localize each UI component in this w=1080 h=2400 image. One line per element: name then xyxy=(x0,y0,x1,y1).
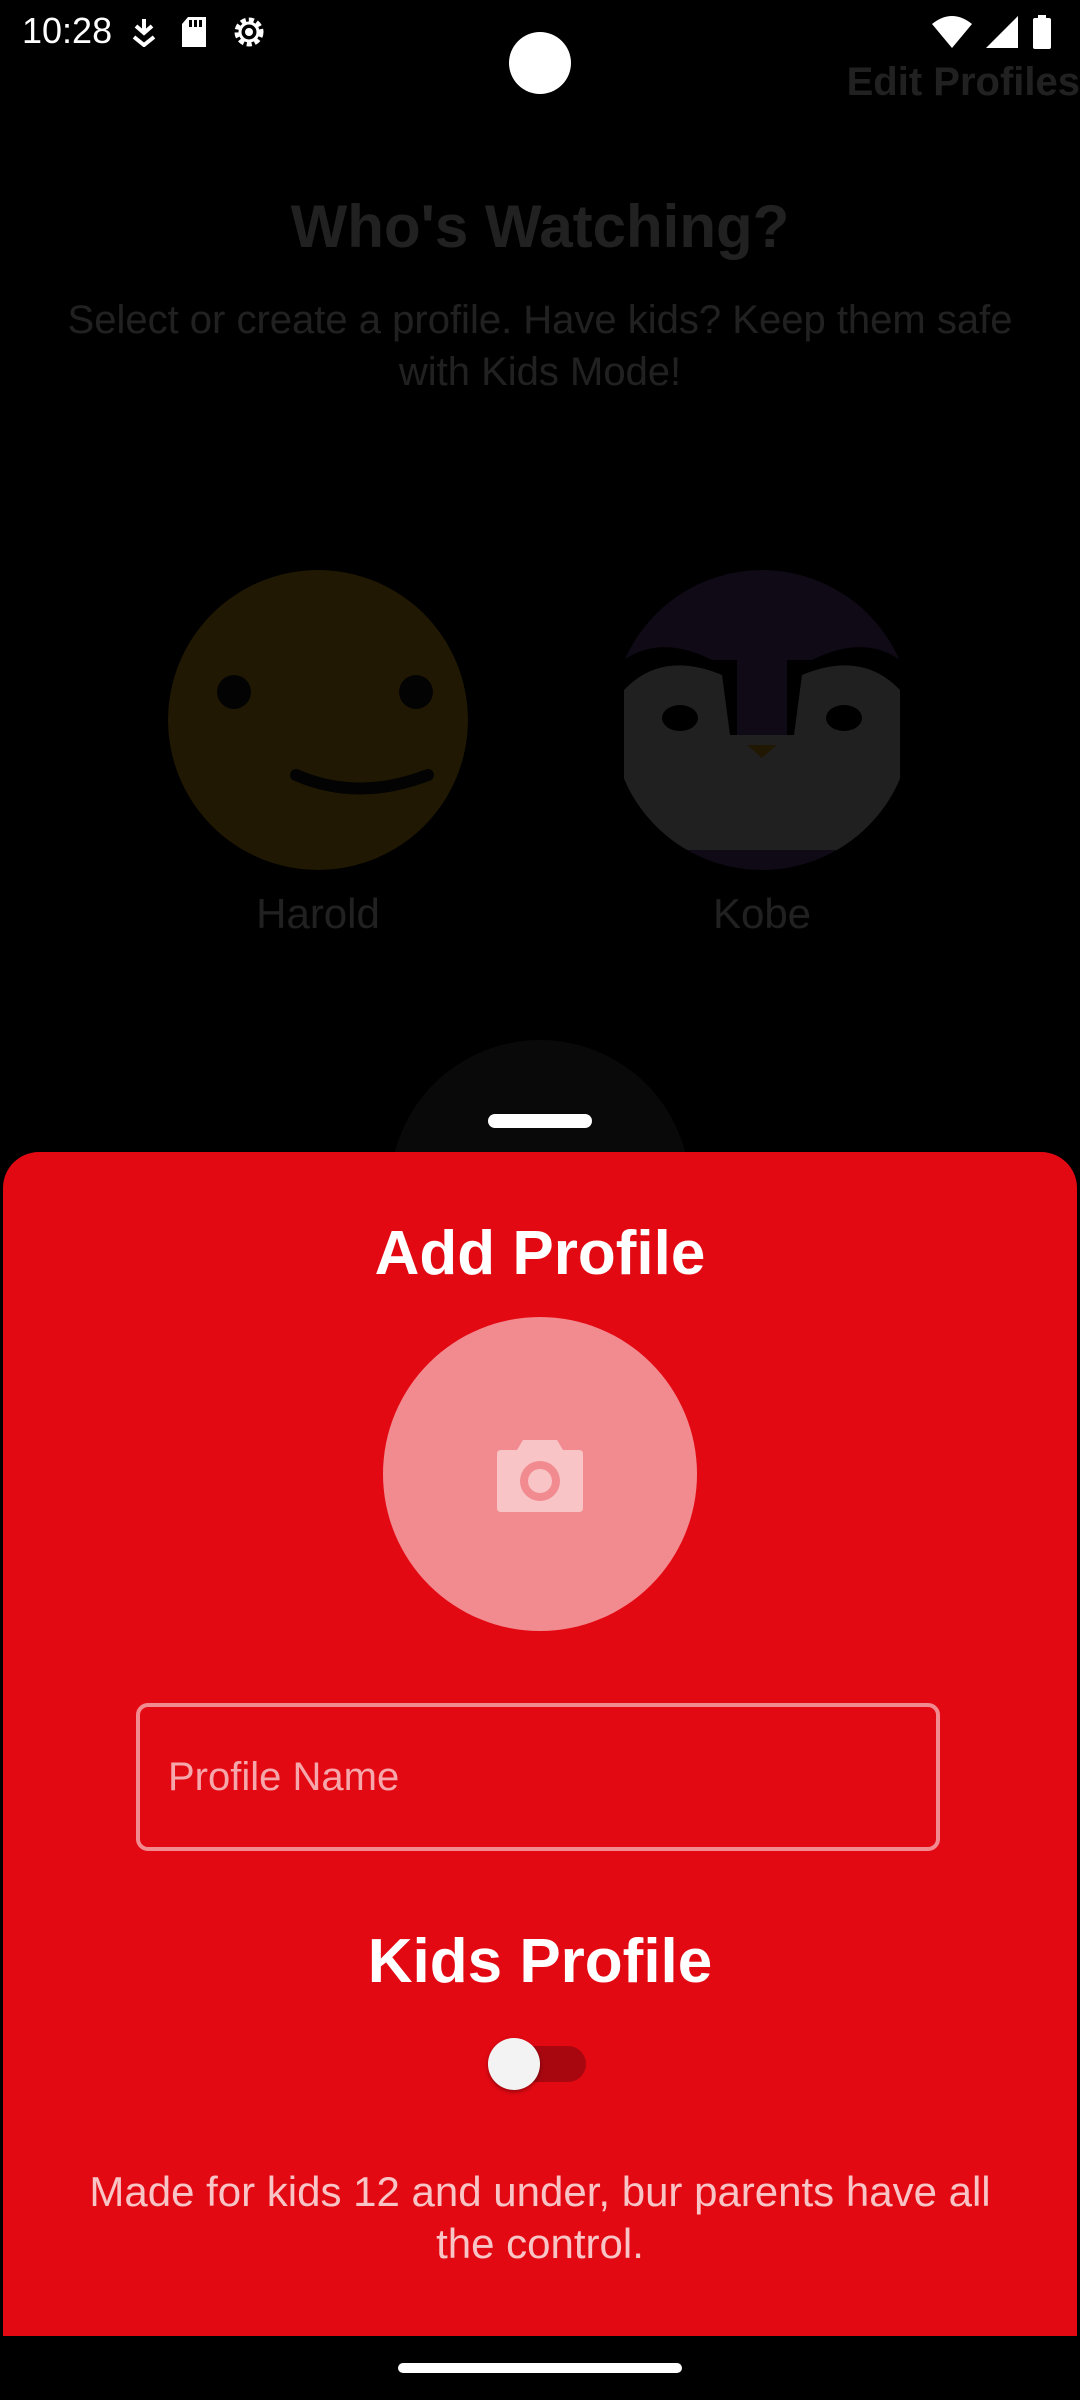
profile-name-label: Harold xyxy=(256,890,380,937)
wifi-icon xyxy=(932,16,972,48)
status-icons-left xyxy=(130,12,268,52)
kids-profile-title: Kids Profile xyxy=(367,1927,713,1996)
profile-name-label: Kobe xyxy=(712,890,812,937)
sheet-title: Add Profile xyxy=(374,1219,706,1288)
toggle-thumb xyxy=(488,2038,540,2090)
profile-kobe[interactable]: Kobe xyxy=(612,570,912,938)
profile-name-input[interactable] xyxy=(140,1707,936,1847)
page-subtitle: Select or create a profile. Have kids? K… xyxy=(67,298,1013,394)
penguin-avatar xyxy=(612,570,912,870)
profile-harold[interactable]: Harold xyxy=(168,570,468,938)
sheet-drag-handle[interactable] xyxy=(488,1114,592,1128)
status-icons-right xyxy=(932,12,1052,52)
sd-card-icon xyxy=(182,17,206,47)
camera-icon xyxy=(497,1440,583,1512)
status-time: 10:28 xyxy=(22,10,113,51)
settings-gear-icon xyxy=(234,17,264,47)
kids-profile-description: Made for kids 12 and under, bur parents … xyxy=(89,2168,991,2267)
camera-cutout xyxy=(509,32,571,94)
cell-signal-icon xyxy=(986,16,1018,48)
profile-name-field[interactable] xyxy=(136,1703,940,1851)
screen: Edit Profiles Who's Watching? Select or … xyxy=(0,0,1080,2400)
kids-profile-toggle[interactable] xyxy=(488,2036,586,2092)
edit-profiles-button[interactable]: Edit Profiles xyxy=(847,60,1080,105)
add-photo-button[interactable] xyxy=(383,1317,697,1631)
battery-icon xyxy=(1033,15,1051,49)
smiley-face-avatar xyxy=(168,570,468,870)
gesture-nav-bar[interactable] xyxy=(398,2363,682,2373)
page-title: Who's Watching? xyxy=(290,193,790,260)
download-icon xyxy=(132,19,156,47)
